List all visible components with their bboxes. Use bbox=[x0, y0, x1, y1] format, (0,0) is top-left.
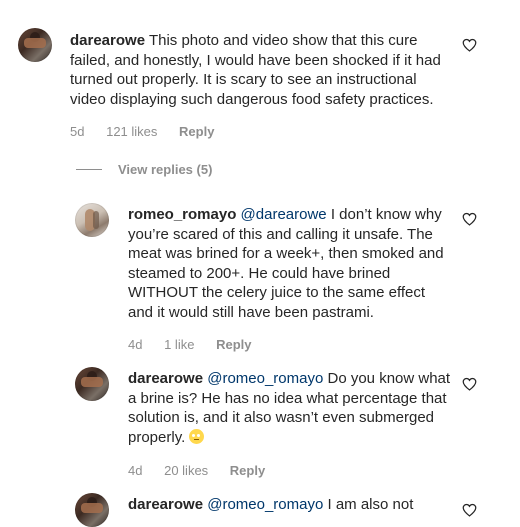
comment-likes[interactable]: 121 likes bbox=[106, 124, 157, 139]
heart-icon[interactable] bbox=[462, 38, 477, 52]
reply-button[interactable]: Reply bbox=[216, 337, 251, 352]
comment-username[interactable]: darearowe bbox=[128, 496, 203, 513]
comment-text: darearowe @romeo_romayo Do you know what… bbox=[128, 369, 454, 447]
reply-button[interactable]: Reply bbox=[230, 463, 265, 478]
mention-link[interactable]: @romeo_romayo bbox=[207, 496, 323, 513]
avatar[interactable] bbox=[75, 367, 109, 401]
comment-text: darearowe This photo and video show that… bbox=[70, 31, 450, 109]
comment-username[interactable]: darearowe bbox=[70, 32, 145, 49]
comment-meta: 4d 20 likes Reply bbox=[128, 463, 283, 478]
avatar[interactable] bbox=[75, 203, 109, 237]
rolling-eyes-emoji-icon bbox=[189, 428, 205, 444]
heart-icon[interactable] bbox=[462, 503, 477, 517]
heart-icon[interactable] bbox=[462, 377, 477, 391]
avatar[interactable] bbox=[18, 28, 52, 62]
avatar[interactable] bbox=[75, 493, 109, 527]
comment-body: I am also not bbox=[327, 496, 414, 513]
comment-text: darearowe @romeo_romayo I am also not bbox=[128, 495, 454, 515]
view-replies-button[interactable]: View replies (5) bbox=[76, 162, 212, 177]
view-replies-label[interactable]: View replies (5) bbox=[118, 162, 212, 177]
divider-line bbox=[76, 169, 102, 170]
comment-likes[interactable]: 20 likes bbox=[164, 463, 208, 478]
mention-link[interactable]: @romeo_romayo bbox=[207, 370, 323, 387]
comment-time: 5d bbox=[70, 124, 85, 139]
comment-text: romeo_romayo @darearowe I don’t know why… bbox=[128, 205, 454, 322]
comment-username[interactable]: darearowe bbox=[128, 370, 203, 387]
comment-meta: 4d 1 like Reply bbox=[128, 337, 269, 352]
heart-icon[interactable] bbox=[462, 212, 477, 226]
comment-body: I don’t know why you’re scared of this a… bbox=[128, 206, 444, 321]
mention-link[interactable]: @darearowe bbox=[241, 206, 327, 223]
comment-likes[interactable]: 1 like bbox=[164, 337, 194, 352]
comment-meta: 5d 121 likes Reply bbox=[70, 124, 232, 139]
reply-button[interactable]: Reply bbox=[179, 124, 214, 139]
comment-time: 4d bbox=[128, 463, 143, 478]
comment-username[interactable]: romeo_romayo bbox=[128, 206, 236, 223]
comment-time: 4d bbox=[128, 337, 143, 352]
